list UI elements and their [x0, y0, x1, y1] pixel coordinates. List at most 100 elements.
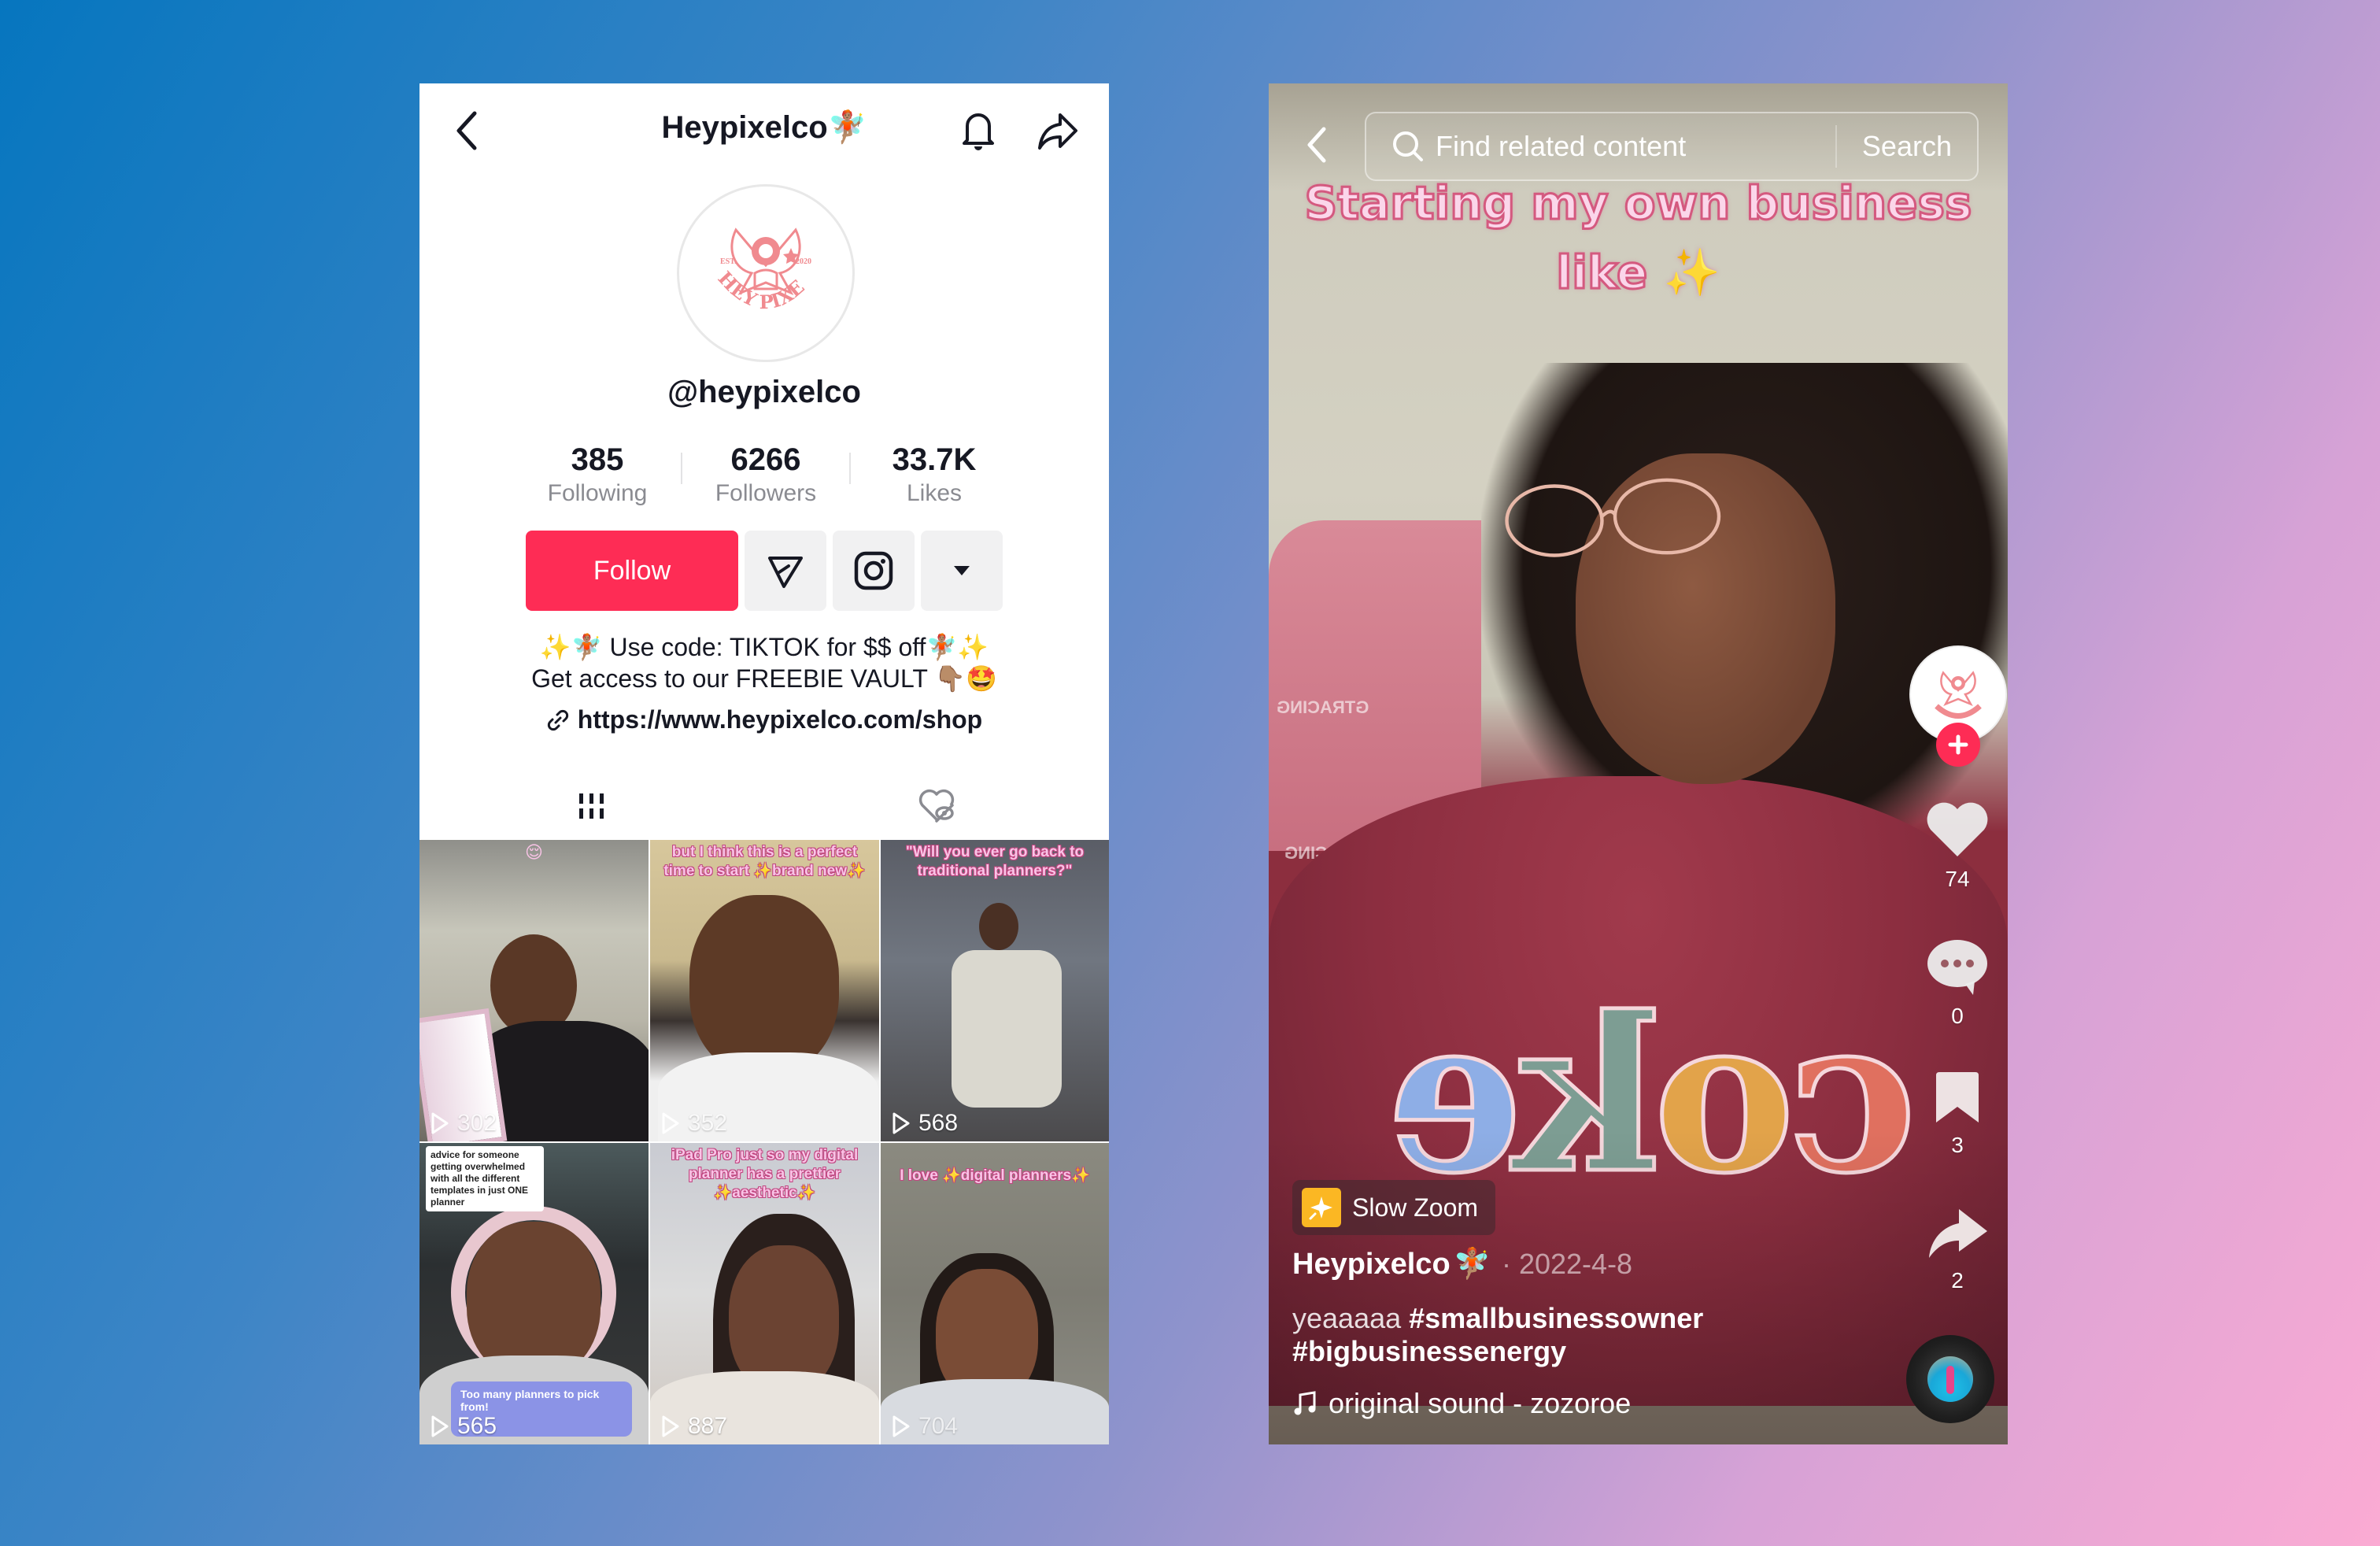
effect-label: Slow Zoom: [1352, 1193, 1479, 1222]
thumbnail-caption: iPad Pro just so my digital planner has …: [671, 1147, 859, 1201]
link-icon: [547, 709, 568, 730]
comment-count: 0: [1951, 1004, 1964, 1028]
video-player-screen[interactable]: GTRACING GTRACING coke Search Starting m…: [1269, 83, 2008, 1444]
description-text: yeaaaaa: [1292, 1302, 1402, 1334]
profile-actions: Follow: [526, 531, 1003, 611]
play-icon: [431, 1112, 449, 1134]
profile-link-url: https://www.heypixelco.com/shop: [577, 705, 983, 734]
stat-followers-value: 6266: [730, 442, 801, 477]
video-thumbnail[interactable]: but I think this is a perfect time to st…: [650, 840, 879, 1141]
save-count: 3: [1951, 1133, 1964, 1157]
back-button[interactable]: [1300, 121, 1332, 168]
video-thumbnail[interactable]: iPad Pro just so my digital planner has …: [650, 1143, 879, 1444]
video-description: yeaaaaa #smallbusinessowner #bigbusiness…: [1292, 1302, 1843, 1368]
thumbnail-person: [979, 903, 1018, 950]
hashtag-link[interactable]: #bigbusinessenergy: [1292, 1335, 1566, 1367]
thumbnail-caption: advice for someone getting overwhelmed w…: [426, 1146, 544, 1211]
instagram-button[interactable]: [833, 531, 915, 611]
fairy-emoji: 🧚🏽: [827, 110, 867, 145]
stat-likes-label: Likes: [906, 480, 963, 506]
music-note-icon: [1294, 1391, 1316, 1415]
view-count: 887: [661, 1413, 727, 1440]
follow-creator-button[interactable]: [1936, 723, 1980, 767]
video-thumbnail[interactable]: advice for someone getting overwhelmed w…: [419, 1143, 649, 1444]
play-icon: [431, 1415, 449, 1437]
like-count: 74: [1945, 867, 1970, 891]
sound-disc[interactable]: [1906, 1335, 1994, 1423]
profile-avatar[interactable]: EST. 2020 HEY PIXEL: [677, 184, 855, 362]
profile-link[interactable]: https://www.heypixelco.com/shop: [419, 705, 1109, 734]
tab-liked[interactable]: [764, 768, 1109, 844]
author-emoji: 🧚🏽: [1453, 1248, 1491, 1281]
sound-cover-image: [1927, 1356, 1973, 1402]
sparkles-emoji: ✨: [1663, 246, 1720, 299]
effect-badge[interactable]: Slow Zoom: [1292, 1180, 1496, 1235]
heart-icon: [1927, 802, 1988, 856]
stat-following-label: Following: [547, 480, 648, 506]
avatar-est-left: EST.: [720, 257, 737, 266]
hey-pixel-logo-icon: EST. 2020 HEY PIXEL: [687, 194, 811, 313]
sound-link[interactable]: original sound - zozoroe: [1292, 1387, 1631, 1420]
bell-icon: [963, 113, 994, 150]
profile-tabs: [419, 768, 1109, 844]
thumbnail-caption: "Will you ever go back to traditional pl…: [905, 844, 1085, 879]
video-thumbnail[interactable]: I love ✨digital planners✨ 704: [881, 1143, 1109, 1444]
video-grid: 😌 302 but I think this is a perfect time…: [419, 840, 1109, 1444]
save-button[interactable]: 3: [1898, 1071, 2008, 1158]
thumbnail-caption: I love ✨digital planners✨: [900, 1167, 1090, 1184]
share-profile-button[interactable]: [1033, 107, 1081, 154]
bookmark-icon: [1936, 1072, 1979, 1123]
post-date: · 2022-4-8: [1501, 1248, 1633, 1280]
video-overlay-text: Starting my own business like ✨: [1269, 168, 2008, 307]
overlay-line-1: Starting my own business: [1303, 176, 1973, 231]
video-thumbnail[interactable]: "Will you ever go back to traditional pl…: [881, 840, 1109, 1141]
profile-stats: 385 Following 6266 Followers 33.7K Likes: [514, 442, 1018, 512]
video-author[interactable]: Heypixelco 🧚🏽 · 2022-4-8: [1292, 1247, 1632, 1282]
view-count-value: 568: [918, 1110, 959, 1136]
comment-icon: [1927, 940, 1987, 995]
magic-wand-icon: [1302, 1188, 1341, 1227]
search-button[interactable]: Search: [1837, 130, 1977, 163]
bio-line-1: ✨🧚🏽 Use code: TIKTOK for $$ off🧚🏽✨: [539, 633, 989, 661]
notifications-button[interactable]: [955, 107, 1002, 154]
share-count: 2: [1951, 1268, 1964, 1293]
view-count-value: 302: [457, 1110, 497, 1136]
hashtag-link[interactable]: #smallbusinessowner: [1409, 1302, 1703, 1334]
profile-bio: ✨🧚🏽 Use code: TIKTOK for $$ off🧚🏽✨ Get a…: [419, 631, 1109, 694]
share-button[interactable]: 2: [1898, 1206, 2008, 1293]
profile-handle: @heypixelco: [667, 375, 861, 409]
play-icon: [662, 1415, 679, 1437]
stat-likes[interactable]: 33.7K Likes: [851, 442, 1018, 512]
sound-label: original sound - zozoroe: [1329, 1387, 1632, 1419]
comment-button[interactable]: 0: [1898, 937, 2008, 1029]
chevron-left-icon: [1307, 127, 1326, 163]
hey-pixel-logo-icon: [1935, 671, 1982, 719]
stat-following[interactable]: 385 Following: [514, 442, 681, 512]
author-name: Heypixelco: [1292, 1247, 1451, 1281]
thumbnail-person: [689, 895, 839, 1076]
play-icon: [893, 1112, 910, 1134]
thumbnail-caption: but I think this is a perfect time to st…: [663, 844, 866, 879]
more-options-button[interactable]: [921, 531, 1003, 611]
share-arrow-icon: [1929, 1209, 1987, 1258]
overlay-line-2-text: like: [1555, 245, 1649, 301]
view-count: 704: [892, 1413, 958, 1440]
tab-videos[interactable]: [419, 768, 764, 844]
view-count: 352: [661, 1110, 727, 1137]
profile-title: Heypixelco🧚🏽: [419, 109, 1109, 146]
play-icon: [893, 1415, 910, 1437]
play-icon: [662, 1112, 679, 1134]
caret-down-icon: [954, 566, 970, 575]
follow-button[interactable]: Follow: [526, 531, 738, 611]
search-input[interactable]: [1428, 130, 1835, 163]
profile-header: Heypixelco🧚🏽: [419, 83, 1109, 170]
send-message-icon: [768, 557, 803, 588]
view-count-value: 565: [457, 1413, 497, 1439]
like-button[interactable]: 74: [1898, 800, 2008, 892]
message-button[interactable]: [745, 531, 826, 611]
view-count: 568: [892, 1110, 958, 1137]
stat-followers[interactable]: 6266 Followers: [682, 442, 849, 512]
stat-likes-value: 33.7K: [892, 442, 977, 477]
thumbnail-caption: 😌: [525, 842, 543, 862]
video-thumbnail[interactable]: 😌 302: [419, 840, 649, 1141]
